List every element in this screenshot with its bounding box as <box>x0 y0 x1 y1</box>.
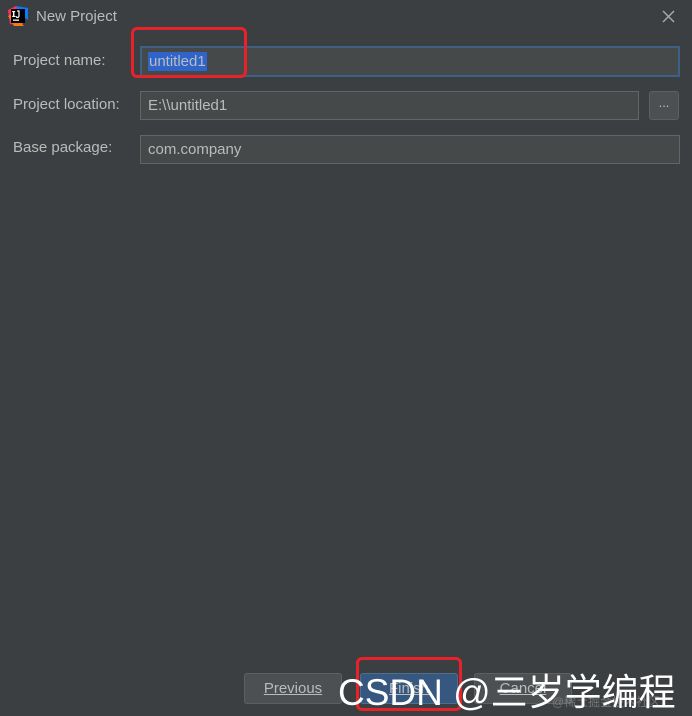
project-location-value: E:\\untitled1 <box>148 97 228 114</box>
intellij-idea-icon <box>8 6 28 26</box>
project-name-input[interactable]: untitled1 <box>140 46 680 77</box>
base-package-label: Base package: <box>13 139 113 156</box>
browse-button[interactable]: ... <box>649 91 679 120</box>
project-location-label: Project location: <box>13 96 120 113</box>
title-bar: New Project <box>0 0 692 34</box>
close-icon[interactable] <box>656 5 680 29</box>
project-location-input[interactable]: E:\\untitled1 <box>140 91 639 120</box>
base-package-input[interactable]: com.company <box>140 135 680 164</box>
base-package-value: com.company <box>148 141 242 158</box>
previous-button[interactable]: Previous <box>244 673 342 704</box>
window-title: New Project <box>36 8 117 25</box>
cancel-button[interactable]: Cancel <box>474 673 572 704</box>
project-name-value: untitled1 <box>148 52 207 71</box>
project-name-label: Project name: <box>13 52 106 69</box>
finish-button[interactable]: Finish <box>360 673 458 704</box>
